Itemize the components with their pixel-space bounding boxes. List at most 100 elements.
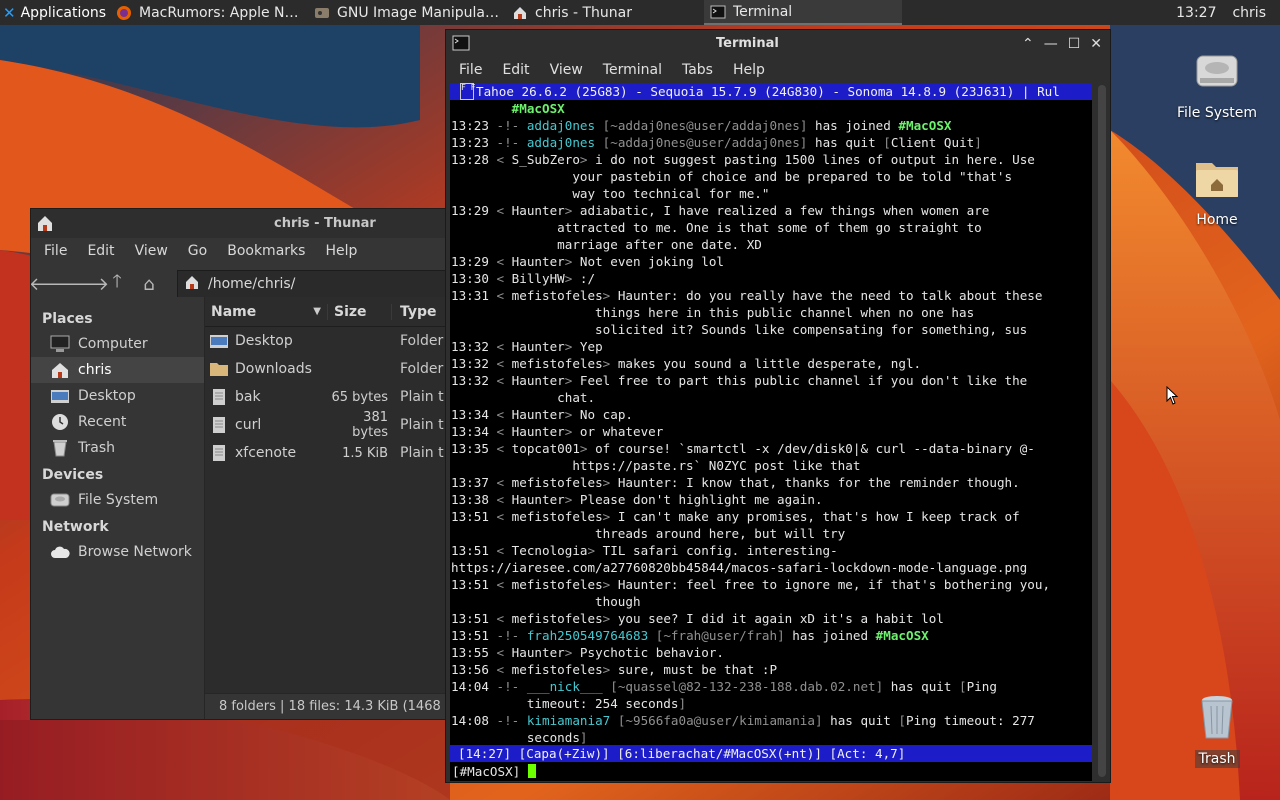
irc-text-segment: ~addaj0nes@user/addaj0nes	[610, 118, 800, 133]
desktop-icon-file-system[interactable]: File System	[1167, 46, 1267, 122]
irc-text-segment: Haunter	[511, 492, 565, 507]
up-arrow-icon[interactable]: 🡑	[107, 271, 127, 294]
desktop-icon-label: File System	[1176, 105, 1258, 121]
irc-chat-log: #MacOSX 13:23 -!- addaj0nes [~addaj0nes@u…	[450, 100, 1092, 746]
sidebar-item-browse-network[interactable]: Browse Network	[31, 539, 204, 565]
home-icon[interactable]: ⌂	[139, 274, 159, 295]
irc-text-segment: your pastebin of choice and be prepared …	[451, 169, 1013, 184]
maximize-window-icon[interactable]: ☐	[1068, 36, 1081, 52]
irc-text-segment: >	[564, 492, 580, 507]
minimize-window-icon[interactable]: —	[1044, 36, 1058, 52]
irc-text-segment: TIL safari config. interesting-	[602, 543, 838, 558]
irc-text-segment: >	[602, 356, 618, 371]
desktop-icon-trash[interactable]: Trash	[1167, 692, 1267, 768]
irc-input-line[interactable]: [#MacOSX]	[450, 763, 536, 780]
irc-text-segment: 13:51	[451, 543, 497, 558]
menu-tabs[interactable]: Tabs	[682, 62, 713, 78]
file-row[interactable]: xfcenote 1.5 KiB Plain t	[205, 439, 459, 467]
file-row[interactable]: curl 381 bytes Plain t	[205, 410, 459, 440]
menu-help[interactable]: Help	[325, 243, 357, 259]
irc-text-segment: 13:51	[451, 509, 497, 524]
home-folder-icon	[1196, 163, 1238, 197]
irc-text-segment: 13:51	[451, 628, 497, 643]
terminal-screen[interactable]: F F Tahoe 26.6.2 (25G83) - Sequoia 15.7.9…	[450, 83, 1092, 781]
irc-text-segment: 13:32	[451, 373, 497, 388]
taskbar-item-terminal[interactable]: Terminal	[704, 0, 902, 25]
sidebar-item-label: Browse Network	[78, 544, 192, 560]
shade-window-icon[interactable]: ⌃	[1022, 36, 1034, 52]
irc-text-segment: Psychotic behavior.	[579, 645, 724, 660]
file-row[interactable]: bak 65 bytes Plain t	[205, 383, 459, 411]
column-header-size[interactable]: Size	[328, 303, 392, 320]
irc-text-segment: marriage after one date. XD	[451, 237, 762, 252]
taskbar-item-thunar[interactable]: chris - Thunar	[506, 0, 704, 25]
irc-text-segment: 13:37	[451, 475, 497, 490]
irc-message-line: 13:56 < mefistofeles> sure, must be that…	[450, 661, 1092, 678]
trash-icon	[53, 440, 67, 457]
file-row[interactable]: Downloads Folder	[205, 355, 459, 383]
irc-message-line: 13:32 < Haunter> Feel free to part this …	[450, 372, 1092, 389]
menu-edit[interactable]: Edit	[502, 62, 529, 78]
column-header-type[interactable]: Type	[392, 304, 437, 320]
sidebar-item-computer[interactable]: Computer	[31, 331, 204, 357]
sidebar-item-label: Computer	[78, 336, 148, 352]
irc-text-segment: [	[959, 679, 967, 694]
irc-text-segment: [~quassel@82-132-238-188.dab.02.net]	[602, 679, 884, 694]
sidebar-item-label: chris	[78, 362, 112, 378]
irc-text-segment: ___nick___	[526, 679, 603, 694]
taskbar-item-gimp[interactable]: GNU Image Manipulatio...	[308, 0, 506, 25]
irc-text-segment: though	[451, 594, 641, 609]
menu-go[interactable]: Go	[188, 243, 207, 259]
terminal-scrollbar[interactable]	[1098, 85, 1106, 777]
location-path: /home/chris/	[208, 276, 296, 292]
irc-text-segment: >	[564, 424, 580, 439]
irc-text-segment: <	[496, 288, 512, 303]
menu-help[interactable]: Help	[733, 62, 765, 78]
applications-menu-button[interactable]: ✕ Applications ⁝	[0, 0, 110, 25]
irc-text-segment: Haunter: feel free to ignore me, if that…	[617, 577, 1051, 592]
terminal-titlebar[interactable]: Terminal ⌃ — ☐ ✕	[446, 30, 1110, 57]
location-bar[interactable]: /home/chris/	[177, 270, 459, 298]
menu-file[interactable]: File	[44, 243, 67, 259]
close-window-icon[interactable]: ✕	[1090, 36, 1102, 52]
irc-text-segment: threads around here, but will try	[451, 526, 846, 541]
irc-text-segment: 13:34	[451, 424, 497, 439]
column-header-name[interactable]: Name ▼	[205, 303, 328, 320]
menu-edit[interactable]: Edit	[87, 243, 114, 259]
menu-file[interactable]: File	[459, 62, 482, 78]
irc-text-segment: 13:35	[451, 441, 497, 456]
sidebar-item-desktop[interactable]: Desktop	[31, 383, 204, 409]
irc-text-segment: #MacOSX	[898, 118, 952, 133]
menu-terminal[interactable]: Terminal	[603, 62, 662, 78]
sidebar-item-trash[interactable]: Trash	[31, 435, 204, 461]
irc-text-segment: topcat001	[511, 441, 580, 456]
irc-message-line: https://paste.rs` N0ZYC post like that	[450, 457, 1092, 474]
taskbar-item-firefox[interactable]: MacRumors: Apple New...	[110, 0, 308, 25]
irc-text-segment: <	[496, 424, 512, 439]
irc-message-line: 13:37 < mefistofeles> Haunter: I know th…	[450, 474, 1092, 491]
irc-text-segment: -!-	[496, 135, 527, 150]
file-row[interactable]: Desktop Folder	[205, 327, 459, 355]
forward-arrow-icon[interactable]: 🡒	[61, 274, 109, 295]
desktop-icon-home[interactable]: Home	[1167, 155, 1267, 229]
irc-message-line: way too technical for me."	[450, 185, 1092, 202]
irc-text-segment: ]	[579, 730, 588, 745]
irc-message-line: marriage after one date. XD	[450, 236, 1092, 253]
thunar-titlebar[interactable]: chris - Thunar	[31, 209, 459, 238]
menu-view[interactable]: View	[135, 243, 168, 259]
sidebar-item-recent[interactable]: Recent	[31, 409, 204, 435]
irc-text-segment: chat.	[451, 390, 596, 405]
sidebar-item-file-system[interactable]: File System	[31, 487, 204, 513]
irc-text-segment: 13:51	[451, 577, 497, 592]
sidebar-item-chris[interactable]: chris	[31, 357, 204, 383]
clock-icon	[52, 414, 68, 430]
irc-message-line: 13:55 < Haunter> Psychotic behavior.	[450, 644, 1092, 661]
panel-clock[interactable]: 13:27	[1176, 5, 1216, 21]
file-name: Downloads	[235, 361, 312, 377]
menu-view[interactable]: View	[550, 62, 583, 78]
irc-text-segment: Haunter	[511, 373, 565, 388]
menu-bookmarks[interactable]: Bookmarks	[227, 243, 305, 259]
mouse-pointer-icon	[1166, 386, 1179, 405]
panel-user-menu[interactable]: chris	[1232, 5, 1266, 21]
irc-message-line: 13:23 -!- addaj0nes [~addaj0nes@user/add…	[450, 117, 1092, 134]
